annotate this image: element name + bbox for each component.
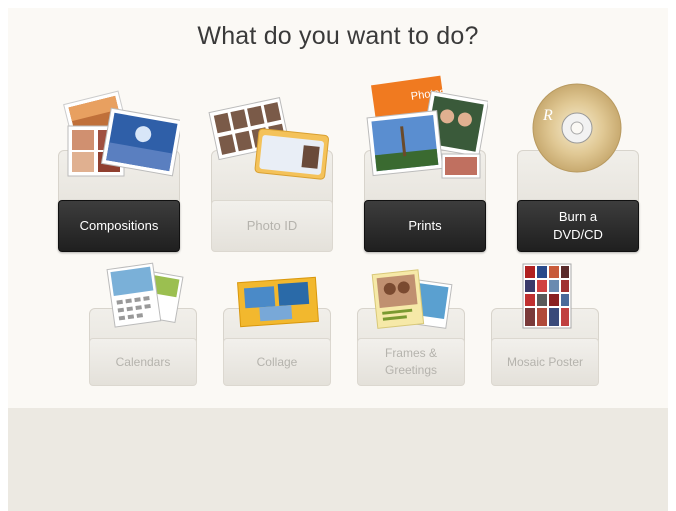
disc-icon: R (525, 80, 629, 176)
frames-greetings-button[interactable]: Frames & Greetings (357, 338, 465, 386)
collage-button[interactable]: Collage (223, 338, 331, 386)
page-title: What do you want to do? (197, 22, 479, 50)
option-compositions[interactable]: Compositions (58, 90, 180, 252)
compositions-button[interactable]: Compositions (58, 200, 180, 252)
option-frames-greetings[interactable]: Frames & Greetings (357, 268, 465, 398)
disc-art-text: R (542, 107, 553, 124)
collage-icon (233, 272, 323, 332)
calendars-button[interactable]: Calendars (89, 338, 197, 386)
prints-label: Prints (408, 218, 442, 233)
prints-icon: Photos (366, 74, 488, 186)
collage-label: Collage (256, 354, 298, 369)
burn-disc-label: Burn a DVD/CD (553, 209, 603, 242)
mosaic-poster-button[interactable]: Mosaic Poster (491, 338, 599, 386)
frames-icon (371, 268, 455, 334)
mosaic-poster-label: Mosaic Poster (506, 354, 584, 369)
compositions-icon (62, 86, 180, 186)
mosaic-icon (521, 262, 573, 332)
frames-greetings-label: Frames & Greetings (384, 346, 438, 377)
compositions-label: Compositions (79, 218, 159, 233)
option-burn-disc[interactable]: R Burn a DVD/CD (517, 83, 639, 252)
calendars-label: Calendars (115, 354, 171, 369)
photo-id-button[interactable]: Photo ID (211, 200, 333, 252)
option-mosaic-poster[interactable]: Mosaic Poster (491, 263, 599, 398)
photo-id-icon (207, 92, 333, 184)
footer-bar (8, 408, 668, 511)
option-calendars[interactable]: Calendars (89, 262, 197, 398)
burn-disc-button[interactable]: Burn a DVD/CD (517, 200, 639, 252)
option-photo-id[interactable]: Photo ID (208, 90, 333, 252)
option-collage[interactable]: Collage (223, 268, 331, 398)
option-prints[interactable]: Photos Prints (364, 75, 488, 252)
prints-button[interactable]: Prints (364, 200, 486, 252)
calendar-icon (105, 262, 185, 332)
photo-id-label: Photo ID (246, 218, 298, 233)
